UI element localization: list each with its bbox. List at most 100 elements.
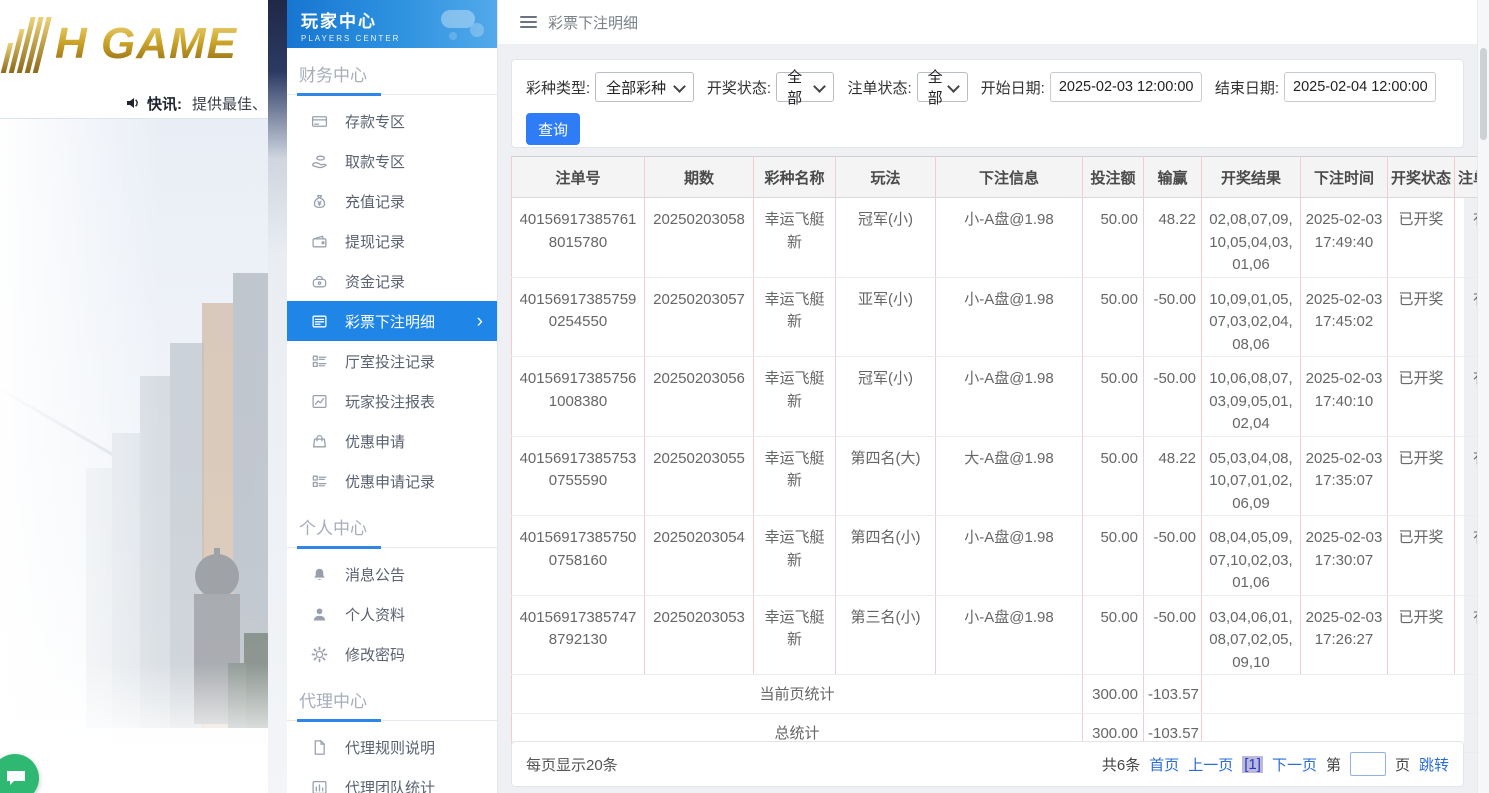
- sidebar-item-label: 提现记录: [345, 233, 406, 251]
- cell-win-loss: -50.00: [1143, 356, 1202, 437]
- cell-order-no: 401569173857618015780: [511, 197, 645, 278]
- prev-page-link[interactable]: 上一页: [1188, 754, 1233, 775]
- column-header-play-type: 玩法: [835, 156, 936, 198]
- sidebar-item-label: 取款专区: [345, 153, 406, 171]
- sidebar-item-promo-apply-records[interactable]: 优惠申请记录: [287, 461, 497, 501]
- order-status-select[interactable]: 全部: [916, 69, 968, 107]
- cell-period: 20250203054: [644, 515, 754, 596]
- end-date-input[interactable]: [1284, 72, 1436, 102]
- clipboard-icon: [311, 473, 328, 490]
- cell-bet-time: 2025-02-03 17:30:07: [1300, 515, 1388, 596]
- speaker-icon: [125, 95, 141, 111]
- chevron-right-icon: ›: [476, 310, 483, 332]
- sidebar-item-change-password[interactable]: 修改密码: [287, 634, 497, 674]
- sidebar-item-lottery-bet-details[interactable]: 彩票下注明细 ›: [287, 301, 497, 341]
- order-status-value: 全部: [927, 69, 943, 107]
- cell-period: 20250203053: [644, 594, 754, 675]
- start-date-label: 开始日期:: [980, 79, 1045, 97]
- cell-draw-status: 已开奖: [1387, 276, 1455, 357]
- jump-suffix-text: 页: [1394, 756, 1410, 774]
- sidebar-item-profile[interactable]: 个人资料: [287, 594, 497, 634]
- cell-bet-amount: 50.00: [1082, 435, 1144, 516]
- purse-icon: [311, 273, 328, 290]
- scrollbar-thumb[interactable]: [1480, 48, 1487, 140]
- stats-icon: [311, 779, 328, 793]
- sidebar-item-label: 充值记录: [345, 193, 406, 211]
- sidebar-item-player-bet-report[interactable]: 玩家投注报表: [287, 381, 497, 421]
- sidebar-item-funds-records[interactable]: 资金记录: [287, 261, 497, 301]
- start-date-input[interactable]: [1049, 72, 1202, 102]
- cell-draw-status: 已开奖: [1387, 197, 1455, 278]
- sidebar-item-recharge-records[interactable]: 充值记录: [287, 181, 497, 221]
- page-summary-label: 当前页统计: [511, 674, 1083, 714]
- jump-button[interactable]: 跳转: [1419, 754, 1449, 775]
- column-header-win-loss: 输赢: [1143, 156, 1202, 198]
- table-row: 401569173857478792130 20250203053 幸运飞艇新 第三名…: [511, 594, 1489, 675]
- table-row: 401569173857561008380 20250203056 幸运飞艇新 冠军(…: [511, 356, 1489, 437]
- lottery-type-select[interactable]: 全部彩种: [595, 72, 694, 102]
- chart-icon: [311, 393, 328, 410]
- logo-bars-icon: [0, 15, 55, 73]
- cell-lottery-name: 幸运飞艇新: [753, 197, 836, 278]
- clipboard-icon: [311, 353, 328, 370]
- cell-win-loss: 48.22: [1143, 435, 1202, 516]
- order-status-label: 注单状态:: [847, 79, 912, 97]
- current-page-indicator: [1]: [1242, 755, 1263, 773]
- sidebar-item-withdraw-records[interactable]: 提现记录: [287, 221, 497, 261]
- cell-period: 20250203057: [644, 276, 754, 357]
- search-button[interactable]: 查询: [526, 113, 580, 145]
- cell-bet-amount: 50.00: [1082, 276, 1144, 357]
- draw-status-label: 开奖状态:: [706, 79, 772, 97]
- user-icon: [311, 606, 328, 623]
- sidebar-item-label: 代理团队统计: [345, 779, 436, 793]
- vertical-scrollbar[interactable]: [1477, 0, 1489, 793]
- sidebar-item-promo-apply[interactable]: 优惠申请: [287, 421, 497, 461]
- cell-play-type: 第三名(小): [835, 594, 936, 675]
- wallet-icon: [311, 233, 328, 250]
- sidebar-item-agent-team-stats[interactable]: 代理团队统计: [287, 767, 497, 793]
- page-summary-row: 当前页统计 300.00 -103.57: [511, 674, 1489, 714]
- sidebar-item-label: 资金记录: [345, 273, 406, 291]
- sidebar-item-hall-bet-records[interactable]: 厅室投注记录: [287, 341, 497, 381]
- cell-order-no: 401569173857561008380: [511, 356, 645, 437]
- table-row: 401569173857590254550 20250203057 幸运飞艇新 亚军(…: [511, 276, 1489, 357]
- end-date-label: 结束日期:: [1214, 79, 1279, 97]
- cell-draw-result: 05,03,04,08,10,07,01,02,06,09: [1201, 435, 1301, 516]
- bell-icon: [311, 566, 328, 583]
- cell-period: 20250203058: [644, 197, 754, 278]
- sidebar-item-label: 厅室投注记录: [345, 353, 436, 371]
- cell-lottery-name: 幸运飞艇新: [753, 515, 836, 596]
- city-background-image: [0, 119, 268, 793]
- sidebar-item-label: 消息公告: [345, 566, 406, 584]
- bank-card-icon: [311, 113, 328, 130]
- hamburger-icon[interactable]: [520, 16, 537, 28]
- cell-bet-info: 小-A盘@1.98: [935, 594, 1083, 675]
- page-jump-input[interactable]: [1349, 752, 1386, 776]
- next-page-link[interactable]: 下一页: [1272, 754, 1317, 775]
- draw-status-select[interactable]: 全部: [776, 69, 835, 107]
- section-underline: [287, 93, 497, 96]
- sidebar-sections: 财务中心 存款专区 取款专区 充值记录 提现记录 资金记录 彩票下注明细 › 厅室投注记录 玩家投…: [287, 48, 497, 793]
- cell-period: 20250203056: [644, 356, 754, 437]
- sidebar-item-agent-rules[interactable]: 代理规则说明: [287, 727, 497, 767]
- section-underline: [287, 719, 497, 722]
- cell-play-type: 冠军(小): [835, 197, 936, 278]
- cell-lottery-name: 幸运飞艇新: [753, 435, 836, 516]
- sidebar-section: 个人中心 消息公告 个人资料 修改密码: [287, 501, 497, 674]
- column-header-order-no: 注单号: [511, 156, 645, 198]
- sidebar-item-label: 代理规则说明: [345, 739, 436, 757]
- cell-play-type: 冠军(小): [835, 356, 936, 437]
- cell-draw-result: 03,04,06,01,08,07,02,05,09,10: [1201, 594, 1301, 675]
- draw-status-value: 全部: [787, 69, 803, 107]
- money-bag-icon: [311, 193, 328, 210]
- sidebar-item-messages[interactable]: 消息公告: [287, 554, 497, 594]
- first-page-link[interactable]: 首页: [1149, 754, 1179, 775]
- sidebar-item-label: 个人资料: [345, 606, 406, 624]
- page-summary-bet: 300.00: [1082, 674, 1144, 714]
- sidebar-item-deposit-area[interactable]: 存款专区: [287, 101, 497, 141]
- pagination-bar: 每页显示20条 共6条 首页 上一页 [1] 下一页 第 页 跳转: [511, 741, 1464, 787]
- ticker-label: 快讯:: [146, 95, 182, 113]
- sidebar-item-withdraw-area[interactable]: 取款专区: [287, 141, 497, 181]
- table-row: 401569173857530755590 20250203055 幸运飞艇新 第四名…: [511, 435, 1489, 516]
- cell-lottery-name: 幸运飞艇新: [753, 356, 836, 437]
